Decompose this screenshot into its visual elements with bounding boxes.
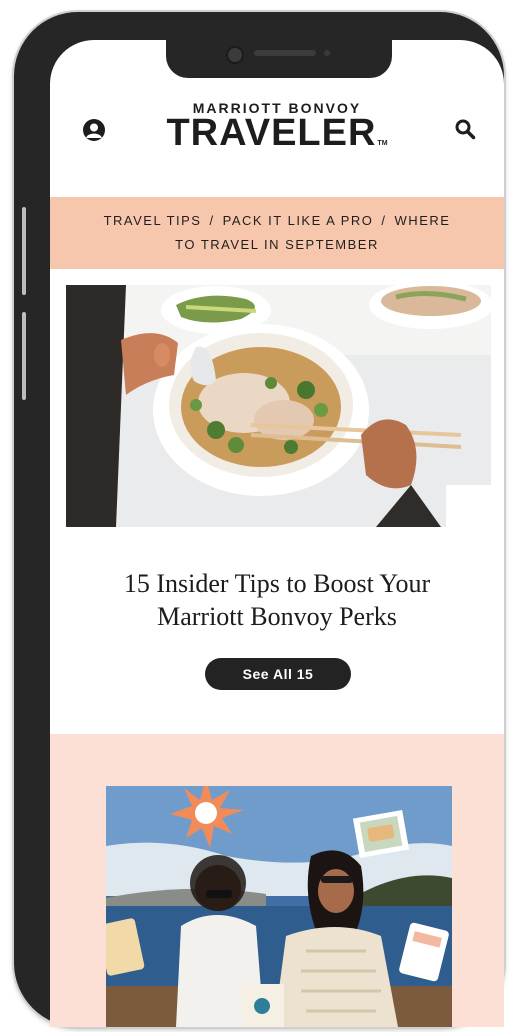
speaker-grille — [254, 50, 316, 56]
article-title[interactable]: 15 Insider Tips to Boost Your Marriott B… — [50, 567, 504, 633]
promo-section — [50, 734, 504, 1027]
article-title-line-2: Marriott Bonvoy Perks — [157, 602, 397, 631]
promo-travel-collage[interactable] — [106, 786, 452, 1027]
breadcrumb-item-where-to-travel-line1[interactable]: WHERE — [395, 213, 451, 228]
article-title-line-1: 15 Insider Tips to Boost Your — [123, 569, 431, 598]
hero-food-photo[interactable] — [66, 285, 491, 527]
breadcrumb-item-travel-tips[interactable]: TRAVEL TIPS — [104, 213, 202, 228]
breadcrumb-item-pack-it-like-a-pro[interactable]: PACK IT LIKE A PRO — [223, 213, 374, 228]
phone-screen: MARRIOTT BONVOY TRAVELERTM TRAVEL TIPS / P… — [50, 40, 504, 1027]
brand-main-text: TRAVELER — [166, 112, 377, 154]
sensor-dot — [324, 50, 330, 56]
phone-frame: MARRIOTT BONVOY TRAVELERTM TRAVEL TIPS / P… — [14, 12, 504, 1027]
brand-logo[interactable]: TRAVELERTM — [50, 112, 504, 155]
phone-notch — [166, 40, 392, 78]
breadcrumb-separator: / — [209, 213, 215, 228]
volume-up-button — [22, 207, 26, 295]
breadcrumb: TRAVEL TIPS / PACK IT LIKE A PRO / WHERE TO … — [50, 197, 504, 269]
see-all-button[interactable]: See All 15 — [205, 658, 351, 690]
search-icon[interactable] — [454, 118, 476, 140]
breadcrumb-row-1: TRAVEL TIPS / PACK IT LIKE A PRO / WHERE — [50, 213, 504, 228]
breadcrumb-row-2: TO TRAVEL IN SEPTEMBER — [50, 237, 504, 252]
camera-icon — [226, 46, 244, 64]
trademark-mark: TM — [377, 140, 388, 147]
breadcrumb-separator: / — [381, 213, 387, 228]
volume-down-button — [22, 312, 26, 400]
breadcrumb-item-where-to-travel-line2[interactable]: TO TRAVEL IN SEPTEMBER — [175, 237, 379, 252]
